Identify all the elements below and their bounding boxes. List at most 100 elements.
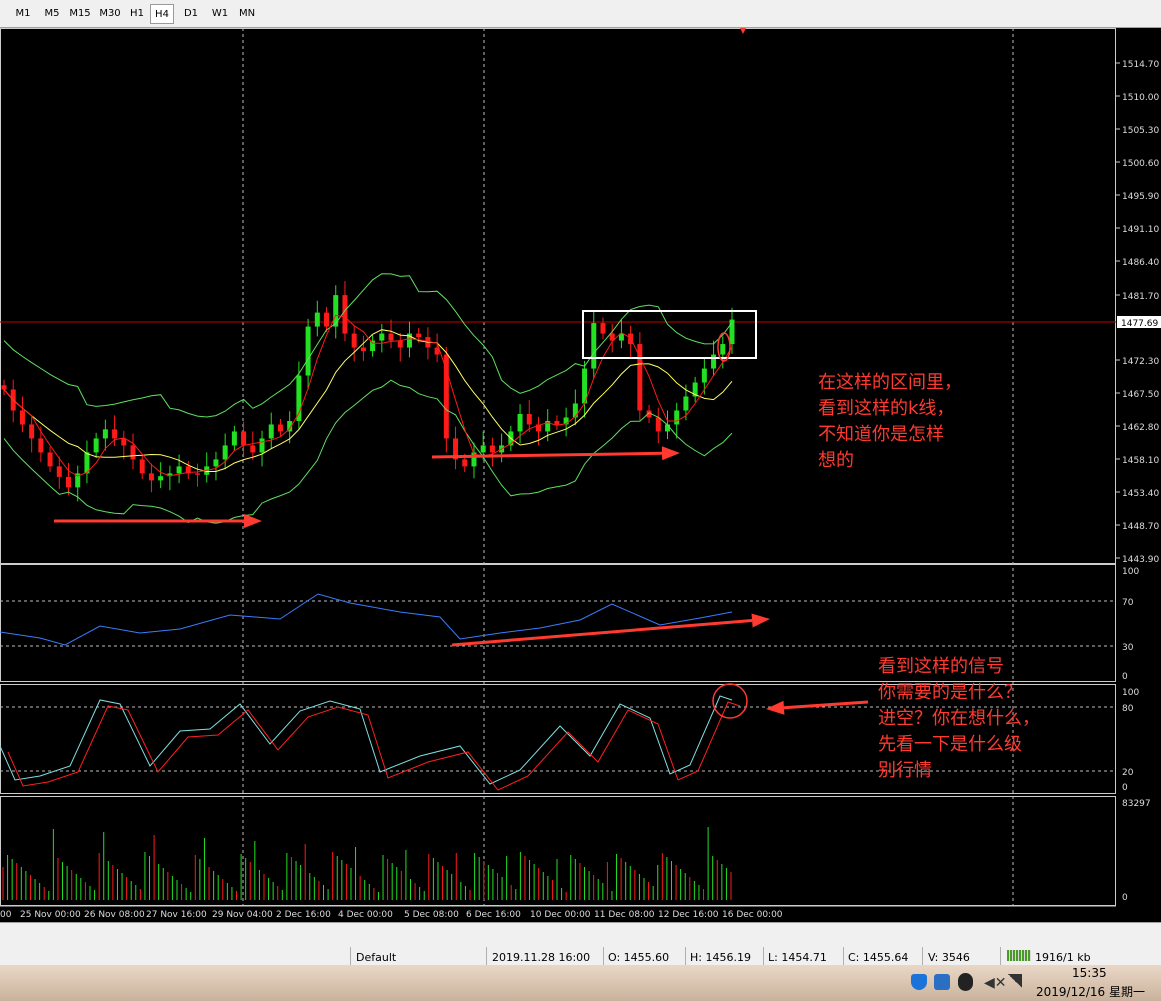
shield-icon[interactable] <box>911 974 927 990</box>
candle-body <box>333 295 339 327</box>
clock-date[interactable]: 2019/12/16 星期一 <box>1036 983 1145 1000</box>
profile-label: Default <box>356 951 397 964</box>
connection-icon <box>1007 950 1031 961</box>
status-bar: Default 2019.11.28 16:00 O: 1455.60 H: 1… <box>0 922 1161 965</box>
candle-body <box>379 333 385 341</box>
arrow-left-1-head <box>244 514 262 528</box>
candle-body <box>121 438 127 446</box>
candle-body <box>259 438 265 453</box>
tab-m5[interactable]: M5 <box>38 4 66 24</box>
timeframe-toolbar: M1 M5 M15 M30 H1 H4 D1 W1 MN <box>0 0 1161 28</box>
candle-body <box>397 340 403 348</box>
chart-window[interactable]: 1514.70 1510.00 1505.30 1500.60 1495.90 1491.… <box>0 28 1161 922</box>
candle-body <box>701 368 707 383</box>
arrow-stoch-head <box>766 700 785 715</box>
candle-body <box>324 312 330 327</box>
close-value: C: 1455.64 <box>848 951 909 964</box>
annotations <box>54 28 869 719</box>
stoch-signal-line <box>7 701 741 791</box>
candle-body <box>38 438 44 453</box>
candle-body <box>711 354 717 369</box>
tab-mn[interactable]: MN <box>234 4 260 24</box>
candle-body <box>342 295 348 334</box>
time-axis-label: 4 Dec 00:00 <box>338 910 393 920</box>
price-axis-label: 1472.30 <box>1122 357 1159 367</box>
candle-body <box>102 429 108 439</box>
moving-average <box>3 329 733 472</box>
axes: 1514.70 1510.00 1505.30 1500.60 1495.90 1491.… <box>0 60 1161 920</box>
candle-body <box>112 429 118 439</box>
tab-h1[interactable]: H1 <box>126 4 148 24</box>
price-axis-label: 1491.10 <box>1122 225 1159 235</box>
candle-body <box>195 473 201 475</box>
time-axis-label: 29 Nov 04:00 <box>212 910 273 920</box>
rsi-panel <box>0 593 733 646</box>
qq-icon[interactable] <box>958 973 973 991</box>
candle-body <box>148 473 154 481</box>
candle-body <box>591 323 597 369</box>
candle-body <box>305 326 311 376</box>
time-axis-label: 5 Dec 08:00 <box>404 910 459 920</box>
time-axis-label: 26 Nov 08:00 <box>84 910 145 920</box>
price-axis-label: 1505.30 <box>1122 126 1159 136</box>
box-note: 在这样的区间里， 看到这样的k线， 不知道你是怎样 想的 <box>818 372 962 471</box>
candle-body <box>517 413 523 432</box>
volume-value: V: 3546 <box>928 951 970 964</box>
tab-m1[interactable]: M1 <box>8 4 38 24</box>
candle-body <box>19 410 25 425</box>
candle-body <box>130 445 136 460</box>
price-axis-label: 1486.40 <box>1122 258 1159 268</box>
candle-body <box>93 438 99 453</box>
stochastic-panel <box>0 695 741 791</box>
network-icon[interactable] <box>934 974 950 990</box>
upper-band <box>3 273 733 418</box>
price-axis-label: 1467.50 <box>1122 390 1159 400</box>
volume-axis-label: 83297 <box>1122 799 1151 809</box>
stoch-axis-label: 20 <box>1122 768 1134 778</box>
candle-body <box>480 445 486 453</box>
chart-canvas[interactable]: 1514.70 1510.00 1505.30 1500.60 1495.90 1491.… <box>0 28 1161 922</box>
clock-time[interactable]: 15:35 <box>1072 966 1107 980</box>
candle-body <box>268 424 274 439</box>
candle-body <box>66 476 72 488</box>
candle-body <box>554 420 560 425</box>
candle-body <box>314 312 320 327</box>
candle-body <box>1 385 7 390</box>
candle-body <box>526 413 532 425</box>
tab-m30[interactable]: M30 <box>94 4 126 24</box>
rsi-axis-label: 30 <box>1122 643 1134 653</box>
time-axis-label: 25 Nov 00:00 <box>20 910 81 920</box>
arrow-left-2-head <box>661 446 680 461</box>
rsi-axis-label: 0 <box>1122 672 1128 682</box>
signal-note: 看到这样的信号 你需要的是什么？ 进空？你在想什么， 先看一下是什么级 别行情 <box>878 656 1040 781</box>
arrow-rsi-head <box>751 613 770 628</box>
tab-d1[interactable]: D1 <box>178 4 204 24</box>
volume-icon[interactable]: ◀✕ <box>984 975 1007 991</box>
rsi-line <box>0 593 733 646</box>
candle-body <box>370 340 376 352</box>
open-value: O: 1455.60 <box>608 951 670 964</box>
volume-axis-label: 0 <box>1122 893 1128 903</box>
top-marker <box>740 28 746 34</box>
candle-body <box>241 431 247 446</box>
signal-icon[interactable] <box>1008 974 1022 988</box>
tab-m15[interactable]: M15 <box>66 4 94 24</box>
price-axis-label: 1500.60 <box>1122 159 1159 169</box>
time-axis-label: 6 Dec 16:00 <box>466 910 521 920</box>
price-axis-label: 1458.10 <box>1122 456 1159 466</box>
panel-border-0 <box>0 28 1116 564</box>
tab-w1[interactable]: W1 <box>206 4 234 24</box>
candle-body <box>462 459 468 467</box>
time-axis-label: 11 Dec 08:00 <box>594 910 655 920</box>
price-axis-label: 1448.70 <box>1122 522 1159 532</box>
candle-body <box>277 424 283 432</box>
candle-body <box>572 403 578 418</box>
bar-time: 2019.11.28 16:00 <box>492 951 591 964</box>
tab-h4[interactable]: H4 <box>150 4 174 24</box>
arrow-rsi-shaft <box>451 618 753 647</box>
arrow-left-2-shaft <box>431 451 663 459</box>
candle-body <box>29 424 35 439</box>
candle-body <box>674 410 680 425</box>
taskbar: ◀✕ 15:35 2019/12/16 星期一 <box>0 965 1161 1001</box>
time-axis-label: 27 Nov 16:00 <box>146 910 207 920</box>
